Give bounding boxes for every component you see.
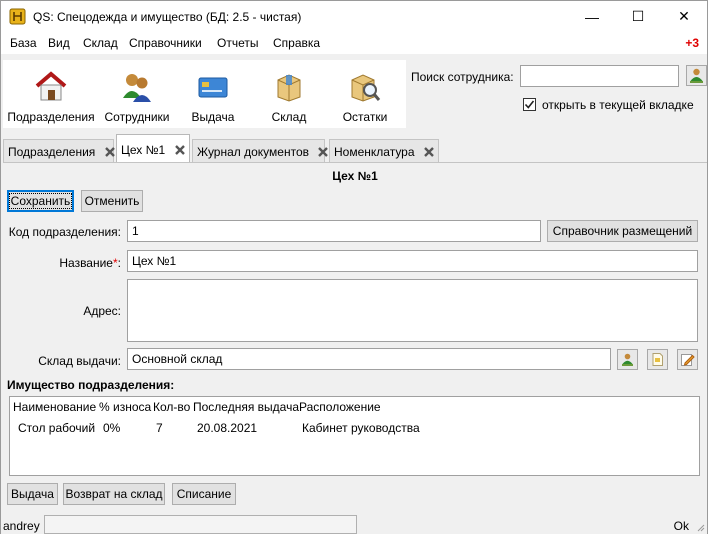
menu-item-warehouse[interactable]: Склад <box>83 36 118 50</box>
table-cell-location[interactable]: Кабинет руководства <box>302 421 420 435</box>
column-header-location[interactable]: Расположение <box>299 400 381 414</box>
table-cell-quantity[interactable]: 7 <box>156 421 163 435</box>
column-header-last-issue[interactable]: Последняя выдача <box>193 400 299 414</box>
save-button-label: Сохранить <box>8 193 73 209</box>
status-user: andrey <box>3 519 40 533</box>
close-button[interactable]: ✕ <box>661 1 707 32</box>
toolbar-issue-button[interactable]: Выдача <box>179 62 247 126</box>
tab-close-icon[interactable] <box>174 144 186 156</box>
box-icon <box>277 74 301 102</box>
tab-label: Цех №1 <box>121 143 166 157</box>
open-in-current-tab-checkbox[interactable] <box>523 98 536 111</box>
menu-bar: База Вид Склад Справочники Отчеты Справк… <box>1 32 707 54</box>
status-message-field <box>44 515 357 534</box>
table-cell-last-issue[interactable]: 20.08.2021 <box>197 421 257 435</box>
menu-item-references[interactable]: Справочники <box>129 36 202 50</box>
toolbar-departments-label: Подразделения <box>7 110 95 124</box>
menu-item-reports[interactable]: Отчеты <box>217 36 258 50</box>
name-field[interactable]: Цех №1 <box>127 250 698 272</box>
tab-departments[interactable]: Подразделения <box>3 139 116 162</box>
employee-search-button[interactable] <box>686 65 707 86</box>
toolbar-balances-label: Остатки <box>342 110 388 124</box>
document-tabs: Подразделения Цех №1 Журнал документов Н… <box>3 134 707 163</box>
name-label-text: Название <box>59 256 113 270</box>
tab-close-icon[interactable] <box>317 146 329 158</box>
employee-search-label: Поиск сотрудника: <box>411 70 514 84</box>
property-table[interactable]: Наименование % износа Кол-во Последняя в… <box>9 396 700 476</box>
code-field[interactable]: 1 <box>127 220 541 242</box>
window-title: QS: Спецодежда и имущество (БД: 2.5 - чи… <box>33 10 302 24</box>
tab-workshop-1[interactable]: Цех №1 <box>116 134 190 163</box>
table-cell-name[interactable]: Стол рабочий <box>18 421 95 435</box>
maximize-button[interactable]: ☐ <box>615 1 661 32</box>
minimize-button[interactable]: — <box>569 1 615 32</box>
return-to-warehouse-button[interactable]: Возврат на склад <box>63 483 165 505</box>
person-search-icon <box>690 68 703 83</box>
writeoff-button[interactable]: Списание <box>172 483 236 505</box>
app-logo-icon <box>9 8 26 25</box>
placement-reference-button[interactable]: Справочник размещений <box>547 220 698 242</box>
department-form-panel: Цех №1 Сохранить Отменить Код подразделе… <box>3 162 707 508</box>
warehouse-field[interactable]: Основной склад <box>127 348 611 370</box>
toolbar-warehouse-label: Склад <box>271 110 307 124</box>
person-select-icon <box>622 353 633 366</box>
menu-item-base[interactable]: База <box>10 36 37 50</box>
house-icon <box>35 71 67 101</box>
column-header-quantity[interactable]: Кол-во <box>153 400 190 414</box>
document-icon <box>652 353 663 366</box>
tab-close-icon[interactable] <box>104 146 116 158</box>
people-icon <box>123 74 151 102</box>
edit-warehouse-button[interactable] <box>677 349 698 370</box>
issue-button[interactable]: Выдача <box>7 483 58 505</box>
updates-badge[interactable]: +3 <box>685 36 699 50</box>
property-section-title: Имущество подразделения: <box>7 378 175 392</box>
main-toolbar: Подразделения Сотрудники Выдача Склад Ос… <box>3 60 406 128</box>
status-bar: andrey Ok <box>1 510 707 534</box>
open-in-current-tab-label[interactable]: открыть в текущей вкладке <box>542 98 694 112</box>
column-header-name[interactable]: Наименование <box>13 400 96 414</box>
table-cell-wear[interactable]: 0% <box>103 421 120 435</box>
cancel-button[interactable]: Отменить <box>81 190 143 212</box>
resize-grip-icon[interactable] <box>695 522 705 532</box>
open-warehouse-button[interactable] <box>647 349 668 370</box>
toolbar-issue-label: Выдача <box>191 110 235 124</box>
toolbar-departments-button[interactable]: Подразделения <box>5 62 97 126</box>
tab-label: Номенклатура <box>334 145 415 159</box>
select-warehouse-button[interactable] <box>617 349 638 370</box>
app-window: QS: Спецодежда и имущество (БД: 2.5 - чи… <box>0 0 708 534</box>
status-state: Ok <box>673 519 689 533</box>
menu-item-view[interactable]: Вид <box>48 36 70 50</box>
checkmark-icon <box>524 100 535 109</box>
save-button[interactable]: Сохранить <box>7 190 74 212</box>
address-field[interactable] <box>127 279 698 342</box>
edit-icon <box>681 354 695 366</box>
tab-label: Подразделения <box>8 145 96 159</box>
tab-label: Журнал документов <box>197 145 310 159</box>
name-label: Название*: <box>7 256 121 270</box>
toolbar-warehouse-button[interactable]: Склад <box>255 62 323 126</box>
column-header-wear[interactable]: % износа <box>99 400 151 414</box>
menu-item-help[interactable]: Справка <box>273 36 320 50</box>
address-label: Адрес: <box>83 304 121 318</box>
employee-search-input[interactable] <box>520 65 679 87</box>
tab-close-icon[interactable] <box>423 146 435 158</box>
toolbar-employees-label: Сотрудники <box>104 110 170 124</box>
warehouse-label: Склад выдачи: <box>38 354 121 368</box>
name-label-suffix: : <box>117 256 121 270</box>
card-icon <box>198 77 228 98</box>
box-search-icon <box>351 74 381 102</box>
toolbar-employees-button[interactable]: Сотрудники <box>101 62 173 126</box>
tab-nomenclature[interactable]: Номенклатура <box>329 139 439 162</box>
tab-document-journal[interactable]: Журнал документов <box>192 139 329 162</box>
code-label: Код подразделения: <box>8 225 121 239</box>
toolbar-balances-button[interactable]: Остатки <box>331 62 399 126</box>
title-bar: QS: Спецодежда и имущество (БД: 2.5 - чи… <box>1 1 707 32</box>
form-title: Цех №1 <box>332 169 378 183</box>
